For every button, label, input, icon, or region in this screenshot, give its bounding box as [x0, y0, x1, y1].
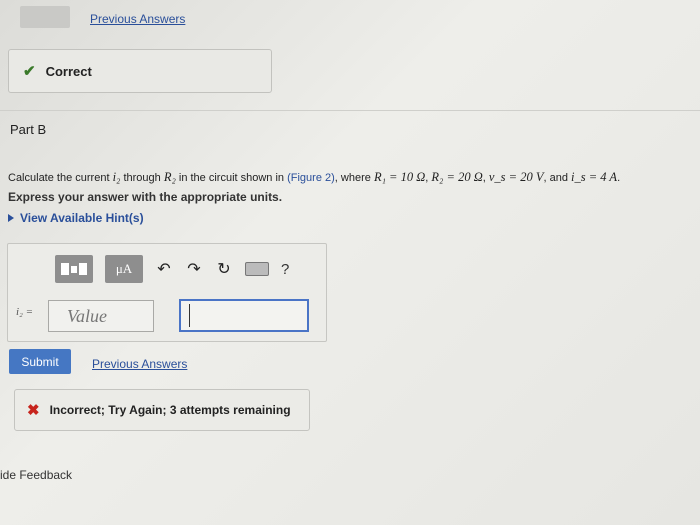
block-icon [79, 263, 87, 275]
value-placeholder: Value [67, 305, 107, 326]
status-text: Correct [45, 63, 92, 79]
hints-label: View Available Hint(s) [20, 211, 144, 225]
incorrect-text: Incorrect; Try Again; 3 attempts remaini… [49, 403, 291, 417]
incorrect-feedback-box: ✖ Incorrect; Try Again; 3 attempts remai… [14, 389, 310, 431]
section-divider [0, 110, 700, 111]
block-icon-small [71, 265, 77, 273]
previous-answers-link[interactable]: Previous Answers [92, 357, 187, 371]
submit-button-faded[interactable] [20, 6, 70, 28]
reset-icon[interactable]: ↻ [215, 259, 233, 279]
instruction-text: Express your answer with the appropriate… [8, 190, 283, 204]
check-icon: ✔ [23, 63, 36, 80]
answer-variable-label: i₂ = [16, 306, 34, 318]
value-input[interactable]: Value [48, 300, 154, 332]
keyboard-icon[interactable] [245, 262, 269, 276]
view-hints-toggle[interactable]: View Available Hint(s) [8, 211, 144, 225]
x-icon: ✖ [27, 402, 40, 419]
units-button[interactable]: μA [105, 255, 143, 283]
part-title: Part B [10, 122, 47, 137]
block-icon [61, 263, 69, 275]
undo-icon[interactable]: ↶ [155, 259, 173, 279]
figure-link[interactable]: (Figure 2) [287, 172, 335, 184]
units-input[interactable] [179, 299, 309, 332]
triangle-right-icon [8, 214, 14, 222]
correct-status-box: ✔ Correct [8, 49, 272, 93]
templates-button[interactable] [55, 255, 93, 283]
answer-toolbar: μA ↶ ↷ ↻ ? [55, 254, 289, 284]
submit-button[interactable]: Submit [9, 349, 71, 374]
redo-icon[interactable]: ↷ [185, 259, 203, 279]
provide-feedback-link[interactable]: ide Feedback [0, 468, 72, 482]
text-cursor [189, 304, 190, 327]
previous-answers-link-top[interactable]: Previous Answers [90, 12, 185, 26]
question-text: Calculate the current i₂ through R₂ in t… [8, 170, 621, 184]
help-button[interactable]: ? [281, 261, 289, 278]
